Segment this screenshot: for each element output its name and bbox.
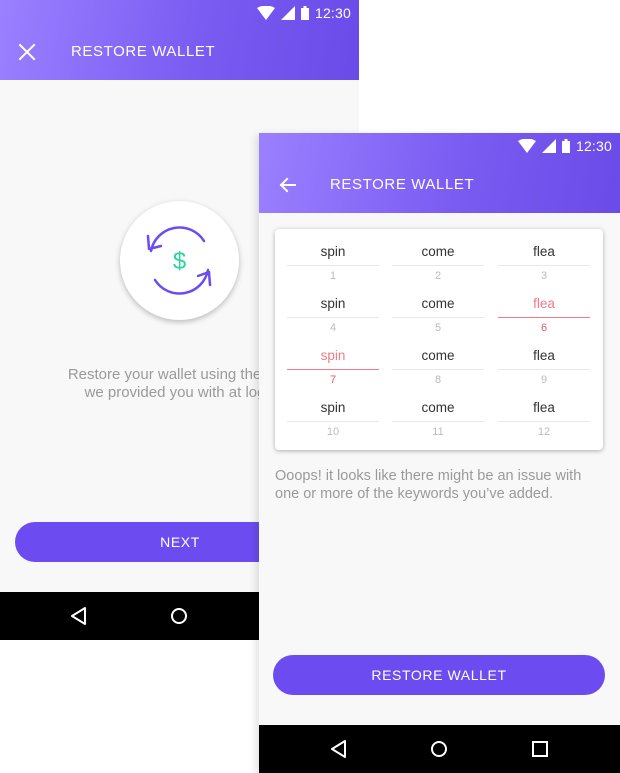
status-bar: 12:30 [517,138,612,154]
signal-icon [280,6,295,20]
keyword-index: 12 [537,426,551,438]
keyword-underline [392,265,484,266]
keyword-field[interactable]: spin 4 [287,295,379,335]
screen-restore-keywords: 12:30 RESTORE WALLET spin 1 come 2 flea 3 spin… [259,133,620,773]
home-circle-icon[interactable] [429,739,449,759]
page-title: RESTORE WALLET [71,43,216,60]
keyword-field[interactable]: flea 9 [498,347,590,387]
keyword-text[interactable]: spin [287,399,379,417]
keyword-text[interactable]: spin [287,243,379,261]
keyword-text[interactable]: flea [498,347,590,365]
keyword-text[interactable]: flea [498,399,590,417]
app-bar: 12:30 RESTORE WALLET [259,133,620,213]
keyword-text[interactable]: flea [498,295,590,313]
keyword-underline [392,317,484,318]
keyword-field[interactable]: spin 10 [287,399,379,439]
wifi-icon [256,6,275,20]
keyword-field[interactable]: spin 7 [287,347,379,387]
keyword-field[interactable]: come 8 [392,347,484,387]
keyword-underline [498,317,590,318]
status-time: 12:30 [575,138,612,154]
home-circle-icon[interactable] [169,606,189,626]
signal-icon [541,139,556,153]
refresh-dollar-icon: $ [146,226,212,295]
page-title: RESTORE WALLET [330,176,475,193]
restore-wallet-button[interactable]: RESTORE WALLET [273,655,605,695]
status-bar: 12:30 [256,5,351,21]
keyword-index: 8 [434,374,442,386]
keyword-field[interactable]: flea 3 [498,243,590,283]
battery-icon [300,6,309,20]
keyword-field[interactable]: flea 12 [498,399,590,439]
keyword-underline [498,369,590,370]
app-bar: 12:30 RESTORE WALLET [0,0,359,80]
keyword-underline [498,265,590,266]
keyword-underline [498,421,590,422]
arrow-back-icon[interactable] [278,175,298,195]
back-triangle-icon[interactable] [69,606,89,626]
keyword-text[interactable]: come [392,295,484,313]
keyword-index: 2 [434,270,442,282]
keyword-index: 7 [329,374,337,386]
keyword-index: 6 [540,322,548,334]
status-time: 12:30 [314,5,351,21]
keyword-underline [287,421,379,422]
keyword-field[interactable]: come 2 [392,243,484,283]
keyword-index: 5 [434,322,442,334]
restore-illustration: $ [120,201,239,320]
keyword-text[interactable]: spin [287,295,379,313]
keyword-text[interactable]: spin [287,347,379,365]
keyword-underline [392,421,484,422]
keyword-text[interactable]: come [392,243,484,261]
keyword-index: 1 [329,270,337,282]
keyword-underline [287,265,379,266]
keyword-index: 3 [540,270,548,282]
keyword-field[interactable]: flea 6 [498,295,590,335]
keyword-field[interactable]: spin 1 [287,243,379,283]
error-message: Ooops! it looks like there might be an i… [275,468,582,502]
navigation-bar [259,725,620,773]
back-triangle-icon[interactable] [329,739,349,759]
close-icon[interactable] [17,42,37,62]
keyword-field[interactable]: come 5 [392,295,484,335]
keyword-index: 4 [329,322,337,334]
keyword-field[interactable]: come 11 [392,399,484,439]
keyword-underline [287,369,379,370]
wifi-icon [517,139,536,153]
keyword-index: 11 [432,426,444,438]
dollar-symbol: $ [173,248,186,275]
keyword-text[interactable]: flea [498,243,590,261]
keyword-index: 9 [540,374,548,386]
keyword-underline [392,369,484,370]
keyword-text[interactable]: come [392,399,484,417]
keyword-grid-card: spin 1 come 2 flea 3 spin 4 come 5 flea 6 spin 7 come 8… [275,229,603,450]
keyword-text[interactable]: come [392,347,484,365]
keyword-underline [287,317,379,318]
keyword-index: 10 [326,426,340,438]
recents-square-icon[interactable] [530,739,550,759]
battery-icon [561,139,570,153]
